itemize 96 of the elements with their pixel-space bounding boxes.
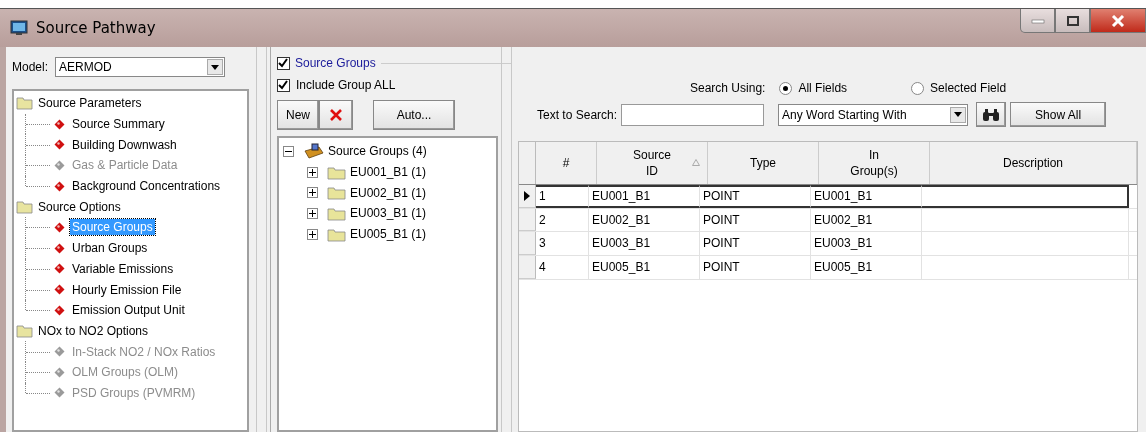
tree-item[interactable]: Hourly Emission File [70,281,184,298]
expand-icon[interactable] [306,228,318,240]
column-header[interactable]: # [536,142,597,184]
tree-item[interactable]: Variable Emissions [70,260,176,277]
tree-item[interactable]: EU003_B1 (1) [349,206,426,221]
dropdown-arrow-icon [954,112,963,117]
table-cell: EU005_B1 [814,260,873,275]
table-cell: EU005_B1 [592,260,651,275]
table-cell: 3 [539,236,546,251]
close-icon [1111,14,1125,27]
table-row[interactable]: 2 EU002_B1 POINT EU002_B1 [519,208,1137,233]
maximize-icon [1065,14,1080,27]
delete-button[interactable] [319,100,353,130]
minimize-icon [1030,17,1045,24]
column-header[interactable]: Description [930,142,1137,184]
diamond-icon [54,242,65,254]
tree-item[interactable]: Source Groups (4) [327,144,427,159]
dropdown-arrow-icon [211,64,219,70]
diamond-icon [54,263,65,275]
current-row-icon [524,190,530,201]
collapse-icon[interactable] [282,145,294,157]
auto-button[interactable]: Auto... [373,100,455,130]
text-to-search-label: Text to Search: [537,107,618,122]
expand-icon[interactable] [306,187,318,199]
tree-item[interactable]: EU005_B1 (1) [349,227,426,242]
radio-button[interactable] [779,81,793,95]
diamond-icon [54,221,65,233]
table-cell: 1 [539,189,546,203]
folder-icon [326,164,347,180]
folder-icon [16,323,34,338]
show-all-button[interactable]: Show All [1010,102,1107,127]
tree-item[interactable]: Source Options [36,198,123,215]
group-title: Source Groups [294,56,376,70]
table-cell: 2 [539,212,546,227]
table-cell: POINT [703,212,740,227]
table-cell: EU003_B1 [814,236,873,251]
table-cell: POINT [703,236,740,251]
tree-item[interactable]: Emission Output Unit [70,302,187,319]
window-title: Source Pathway [36,19,156,37]
expand-icon[interactable] [306,207,318,219]
folder-icon [326,185,347,201]
radio-label: Selected Field [930,81,1007,95]
checkbox-label: Include Group ALL [295,78,396,92]
table-cell: EU002_B1 [814,212,873,227]
tree-item[interactable]: EU001_B1 (1) [349,165,426,180]
maximize-button[interactable] [1055,9,1090,33]
table-cell: EU001_B1 [814,189,873,203]
tree-item[interactable]: Building Downwash [70,136,179,153]
toolbox-icon [302,143,325,160]
radio-button[interactable] [911,81,925,95]
diamond-icon [54,118,65,130]
column-header[interactable]: Type [708,142,819,184]
table-cell: EU001_B1 [592,189,651,203]
binoculars-icon [982,107,1001,122]
table-cell: POINT [703,260,740,275]
table-cell: POINT [703,189,740,203]
diamond-icon [54,304,65,316]
diamond-icon [54,159,65,171]
new-button[interactable]: New [276,100,319,130]
folder-icon [16,199,34,214]
table-cell: 4 [539,260,546,275]
model-dropdown[interactable]: AERMOD [55,57,225,77]
diamond-icon [54,346,65,358]
checkbox[interactable] [276,78,290,92]
monitor-icon [10,20,28,36]
search-button[interactable] [976,102,1007,127]
tree-item[interactable]: EU002_B1 (1) [349,185,426,200]
folder-icon [326,205,347,221]
model-label: Model: [12,60,50,74]
column-header[interactable]: In Group(s) [819,142,930,184]
table-cell: EU002_B1 [592,212,651,227]
radio-label: All Fields [798,81,848,95]
diamond-icon [54,387,65,399]
diamond-icon [54,180,65,192]
diamond-icon [54,139,65,151]
diamond-icon [54,366,65,378]
tree-item[interactable]: Source Summary [70,116,167,133]
close-button[interactable] [1090,9,1146,33]
expand-icon[interactable] [306,166,318,178]
table-row[interactable]: 3 EU003_B1 POINT EU003_B1 [519,232,1137,257]
table-row[interactable]: 1 EU001_B1 POINT EU001_B1 [519,185,1137,209]
search-using-label: Search Using: [690,81,766,95]
tree-item[interactable]: Source Parameters [36,95,144,112]
table-row[interactable]: 4 EU005_B1 POINT EU005_B1 [519,256,1137,280]
checkbox[interactable] [276,56,290,70]
folder-icon [16,96,34,111]
column-header[interactable]: Source ID [597,142,708,184]
folder-icon [326,226,347,242]
tree-item[interactable]: NOx to NO2 Options [36,322,151,339]
table-cell: EU003_B1 [592,236,651,251]
tree-item[interactable]: Background Concentrations [70,178,223,195]
tree-item[interactable]: Urban Groups [70,240,150,257]
delete-icon [329,108,343,122]
diamond-icon [54,284,65,296]
match-mode-dropdown[interactable]: Any Word Starting With [778,103,969,126]
search-field[interactable] [621,103,765,126]
